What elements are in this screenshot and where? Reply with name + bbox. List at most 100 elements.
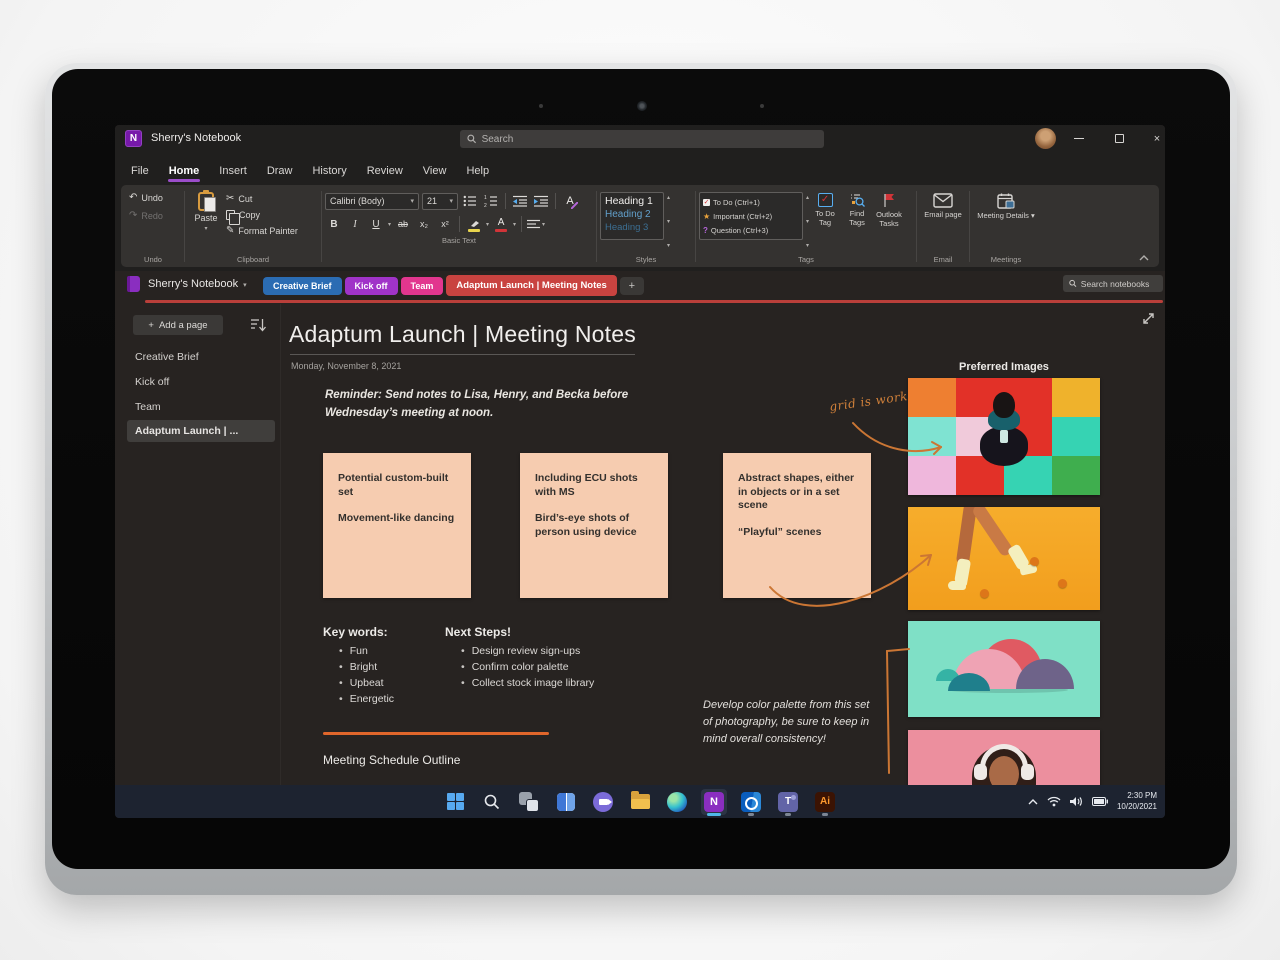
tag-question[interactable]: ?Question (Ctrl+3)	[703, 226, 799, 235]
list-item[interactable]: Collect stock image library	[461, 675, 594, 691]
menu-insert[interactable]: Insert	[209, 161, 257, 184]
image-color-grid[interactable]	[908, 378, 1100, 495]
task-view-button[interactable]	[516, 789, 542, 815]
italic-button[interactable]: I	[346, 216, 364, 233]
widgets-button[interactable]	[553, 789, 579, 815]
tray-chevron-up-icon[interactable]	[1028, 799, 1038, 805]
next-steps-list[interactable]: Design review sign-ups Confirm color pal…	[461, 643, 594, 691]
outlook-taskbar-button[interactable]	[738, 789, 764, 815]
list-item[interactable]: Upbeat	[339, 675, 394, 691]
redo-button[interactable]: ↷Redo	[127, 210, 179, 222]
minimize-button[interactable]	[1063, 125, 1095, 152]
cut-button[interactable]: ✂Cut	[224, 193, 300, 205]
email-page-button[interactable]: Email page	[922, 188, 964, 253]
scroll-down-icon[interactable]: ▾	[667, 218, 670, 225]
tags-gallery[interactable]: ✓To Do (Ctrl+1) ★Important (Ctrl+2) ?Que…	[699, 192, 803, 240]
gallery-more-icon[interactable]: ▾	[667, 242, 670, 249]
battery-icon[interactable]	[1092, 797, 1108, 806]
file-explorer-button[interactable]	[627, 789, 653, 815]
menu-file[interactable]: File	[121, 161, 159, 184]
paste-button[interactable]: Paste ▾	[188, 188, 224, 253]
preferred-images-heading[interactable]: Preferred Images	[908, 361, 1100, 373]
search-notebooks-input[interactable]	[1081, 279, 1157, 289]
next-steps-heading[interactable]: Next Steps!	[445, 625, 511, 639]
search-box[interactable]	[460, 130, 824, 148]
teams-taskbar-button[interactable]: T	[775, 789, 801, 815]
search-input[interactable]	[482, 134, 817, 145]
sticky-note-3[interactable]: Abstract shapes, either in objects or in…	[723, 453, 871, 598]
font-color-button[interactable]: A	[492, 216, 510, 233]
page-date[interactable]: Monday, November 8, 2021	[291, 361, 401, 371]
list-item[interactable]: Bright	[339, 659, 394, 675]
todo-tag-button[interactable]: ✓To Do Tag	[809, 188, 841, 253]
menu-history[interactable]: History	[302, 161, 356, 184]
schedule-heading[interactable]: Meeting Schedule Outline	[323, 753, 460, 767]
wifi-icon[interactable]	[1047, 796, 1061, 807]
format-painter-button[interactable]: ✎Format Painter	[224, 225, 300, 237]
style-heading1[interactable]: Heading 1	[605, 195, 659, 207]
page-item-kick-off[interactable]: Kick off	[135, 376, 169, 388]
sort-pages-icon[interactable]	[251, 318, 266, 332]
sticky-note-1[interactable]: Potential custom-built setMovement-like …	[323, 453, 471, 598]
undo-button[interactable]: ↶Undo	[127, 192, 179, 204]
reminder-text[interactable]: Reminder: Send notes to Lisa, Henry, and…	[325, 387, 657, 423]
menu-review[interactable]: Review	[357, 161, 413, 184]
page-item-adaptum-launch-selected[interactable]: Adaptum Launch | ...	[127, 420, 275, 442]
account-avatar[interactable]	[1035, 128, 1056, 149]
page-item-team[interactable]: Team	[135, 401, 161, 413]
styles-gallery[interactable]: Heading 1 Heading 2 Heading 3	[600, 192, 664, 240]
list-item[interactable]: Design review sign-ups	[461, 643, 594, 659]
image-dancing-legs[interactable]	[908, 507, 1100, 610]
numbered-list-button[interactable]: 12	[482, 193, 500, 210]
section-tab-kick-off[interactable]: Kick off	[345, 277, 398, 295]
tag-important[interactable]: ★Important (Ctrl+2)	[703, 212, 799, 221]
bullet-list-button[interactable]	[461, 193, 479, 210]
search-notebooks-box[interactable]	[1063, 275, 1163, 292]
menu-draw[interactable]: Draw	[257, 161, 303, 184]
page-title[interactable]: Adaptum Launch | Meeting Notes	[289, 321, 636, 348]
volume-icon[interactable]	[1070, 796, 1083, 807]
list-item[interactable]: Energetic	[339, 691, 394, 707]
underline-button[interactable]: U	[367, 216, 385, 233]
maximize-button[interactable]	[1103, 125, 1135, 152]
onenote-taskbar-button[interactable]: N	[701, 789, 727, 815]
list-item[interactable]: Confirm color palette	[461, 659, 594, 675]
font-name-select[interactable]: Calibri (Body)▾	[325, 193, 419, 210]
key-words-list[interactable]: Fun Bright Upbeat Energetic	[339, 643, 394, 707]
highlight-button[interactable]	[465, 216, 483, 233]
scroll-up-icon[interactable]: ▴	[667, 194, 670, 201]
add-section-button[interactable]: +	[620, 277, 644, 295]
develop-note-text[interactable]: Develop color palette from this set of p…	[703, 697, 875, 748]
increase-indent-button[interactable]	[532, 193, 550, 210]
decrease-indent-button[interactable]	[511, 193, 529, 210]
full-page-view-icon[interactable]	[1141, 311, 1156, 326]
key-words-heading[interactable]: Key words:	[323, 625, 388, 639]
find-tags-button[interactable]: Find Tags	[841, 188, 873, 253]
font-size-select[interactable]: 21▾	[422, 193, 458, 210]
superscript-button[interactable]: x²	[436, 216, 454, 233]
collapse-ribbon-icon[interactable]	[1139, 255, 1149, 261]
menu-view[interactable]: View	[413, 161, 457, 184]
illustrator-taskbar-button[interactable]: Ai	[812, 789, 838, 815]
meeting-details-button[interactable]: Meeting Details ▾	[977, 188, 1035, 253]
subscript-button[interactable]: x₂	[415, 216, 433, 233]
style-heading3[interactable]: Heading 3	[605, 222, 659, 233]
menu-help[interactable]: Help	[456, 161, 499, 184]
chat-button[interactable]	[590, 789, 616, 815]
section-tab-team[interactable]: Team	[401, 277, 444, 295]
paragraph-align-button[interactable]: ▾	[527, 216, 545, 233]
image-abstract-shapes[interactable]	[908, 621, 1100, 717]
outlook-tasks-button[interactable]: Outlook Tasks	[873, 188, 905, 253]
strikethrough-button[interactable]: ab	[394, 216, 412, 233]
start-button[interactable]	[442, 789, 468, 815]
section-tab-creative-brief[interactable]: Creative Brief	[263, 277, 342, 295]
taskbar-clock[interactable]: 2:30 PM 10/20/2021	[1117, 791, 1157, 813]
add-page-button[interactable]: +Add a page	[133, 315, 223, 335]
clear-formatting-button[interactable]: A	[561, 193, 579, 210]
copy-button[interactable]: Copy	[224, 209, 300, 221]
menu-home[interactable]: Home	[159, 161, 210, 184]
page-item-creative-brief[interactable]: Creative Brief	[135, 351, 199, 363]
taskbar-search-button[interactable]	[479, 789, 505, 815]
style-heading2[interactable]: Heading 2	[605, 209, 659, 220]
tag-todo[interactable]: ✓To Do (Ctrl+1)	[703, 198, 799, 207]
